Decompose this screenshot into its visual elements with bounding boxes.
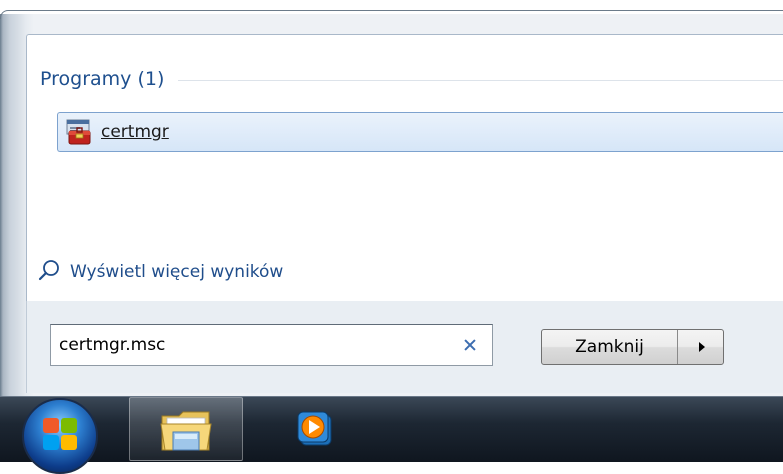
frame-border <box>0 10 783 19</box>
arrow-right-icon <box>698 342 705 352</box>
search-input[interactable] <box>51 330 462 360</box>
clear-icon[interactable] <box>462 337 478 353</box>
start-button[interactable] <box>22 398 98 474</box>
section-title: Programy (1) <box>40 68 165 90</box>
search-box[interactable] <box>50 324 493 366</box>
folder-icon <box>159 406 213 452</box>
search-result-certmgr[interactable]: certmgr <box>57 112 783 152</box>
see-more-results-link[interactable]: Wyświetl więcej wyników <box>38 258 283 286</box>
media-player-icon <box>293 407 337 451</box>
windows-flag-icon <box>43 418 79 454</box>
shutdown-button[interactable]: Zamknij <box>542 330 678 364</box>
search-result-label[interactable]: certmgr <box>101 122 169 142</box>
section-divider <box>178 80 783 81</box>
see-more-results-label[interactable]: Wyświetl więcej wyników <box>70 262 283 282</box>
taskbar <box>0 396 783 462</box>
programs-section-header: Programy (1) <box>40 64 783 94</box>
certificate-manager-icon <box>66 119 92 145</box>
taskbar-item-media-player[interactable] <box>258 397 372 461</box>
taskbar-item-explorer[interactable] <box>129 397 243 461</box>
shutdown-split-button[interactable]: Zamknij <box>541 329 724 365</box>
shutdown-options-button[interactable] <box>678 330 723 364</box>
magnifier-icon <box>38 259 60 285</box>
